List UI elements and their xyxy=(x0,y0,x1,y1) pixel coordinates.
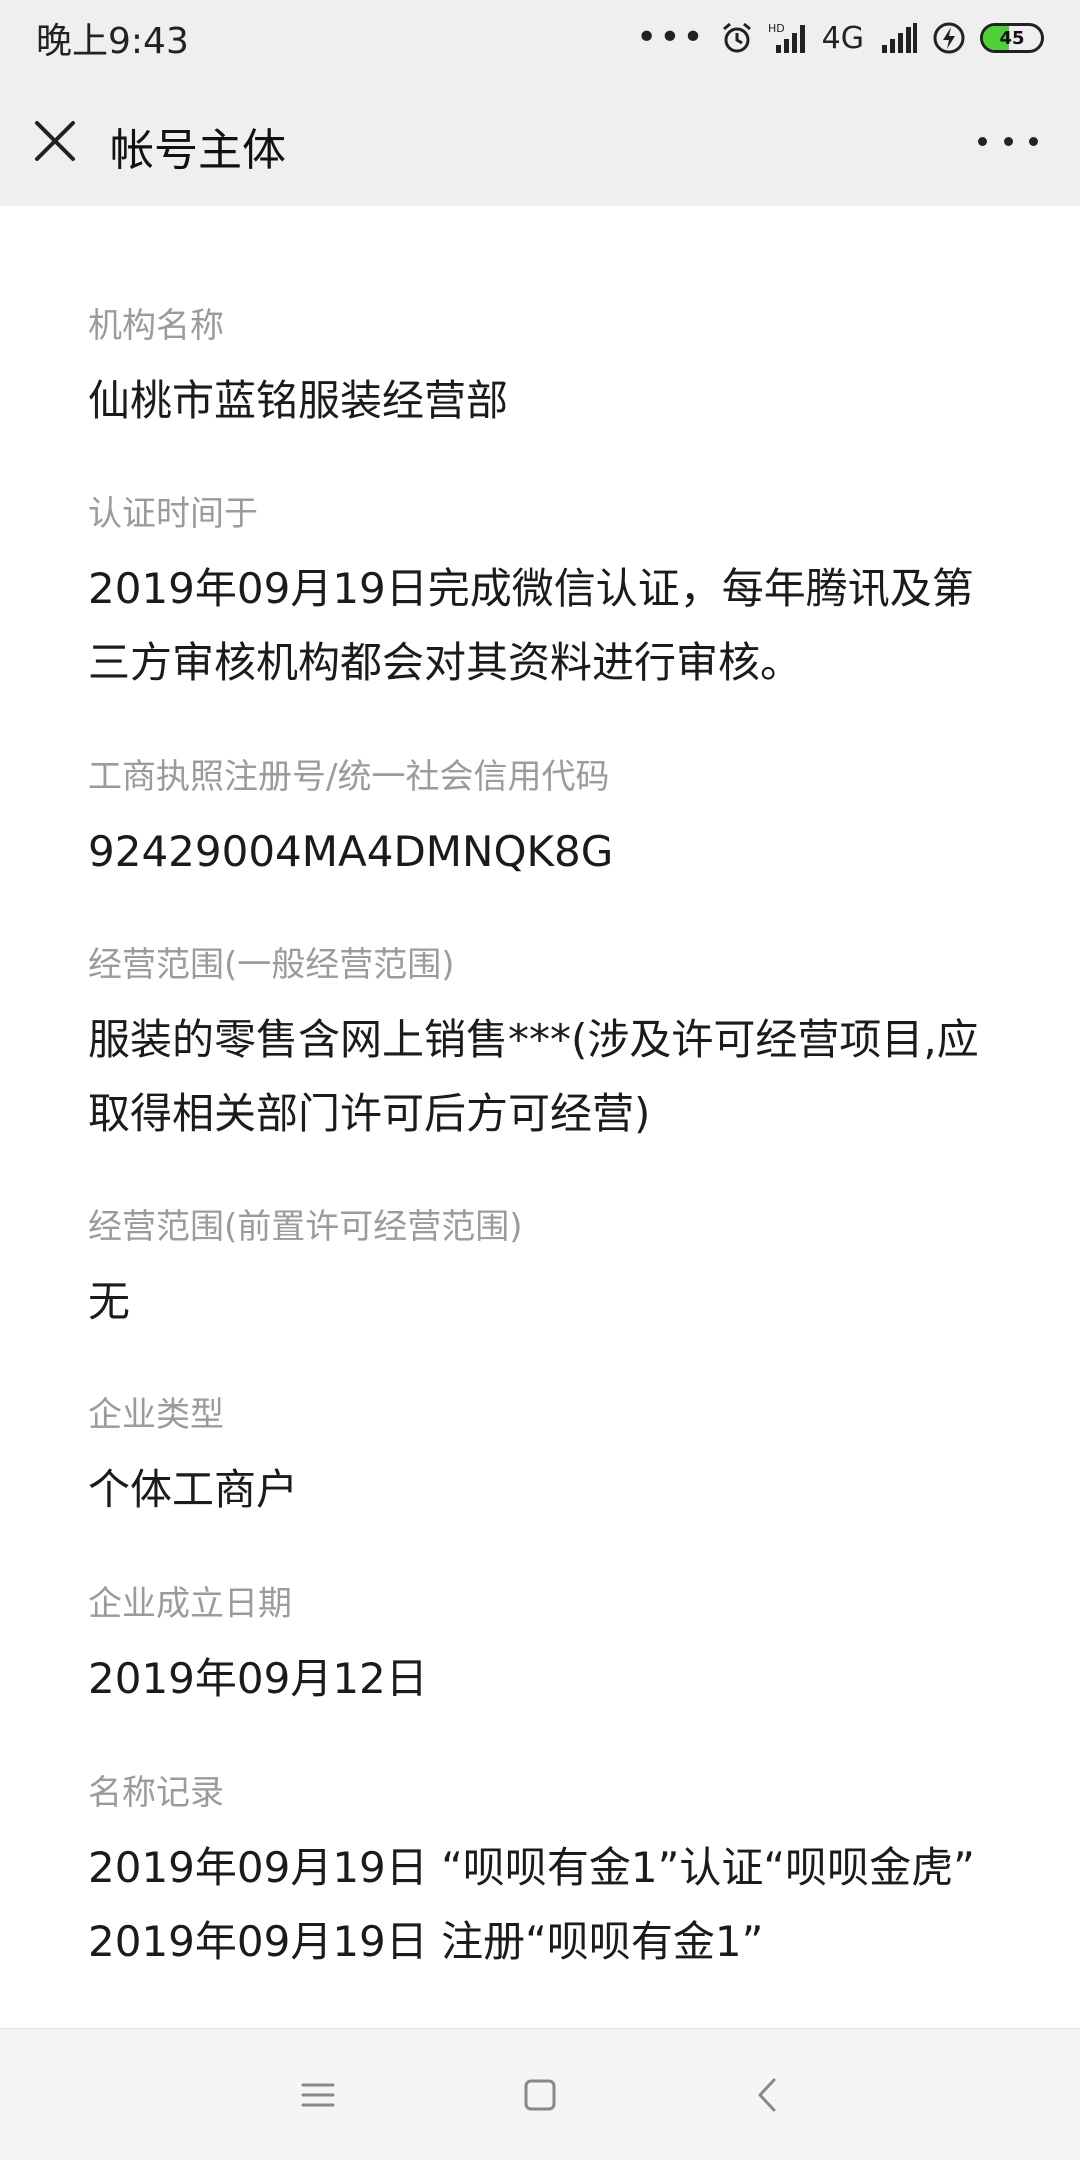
section-value: 仙桃市蓝铭服装经营部 xyxy=(88,376,509,425)
info-section-founding-date: 企业成立日期 2019年09月12日 xyxy=(88,1580,1008,1716)
battery-icon: 45 xyxy=(980,23,1044,53)
status-bar: 晚上9:43 ••• HD 4G 45 xyxy=(0,0,1080,76)
info-section-org-name: 机构名称 仙桃市蓝铭服装经营部 xyxy=(88,302,1008,438)
section-value: 个体工商户 xyxy=(88,1465,299,1514)
section-value: 92429004MA4DMNQK8G xyxy=(88,827,614,876)
more-dot xyxy=(1003,136,1013,146)
system-nav-bar xyxy=(0,2028,1080,2160)
info-section-licensed-scope: 经营范围(前置许可经营范围) 无 xyxy=(88,1203,1008,1339)
charging-icon xyxy=(933,22,965,54)
info-section-name-history: 名称记录 2019年09月19日 “呗呗有金1”认证“呗呗金虎” 2019年09… xyxy=(88,1769,1008,1979)
more-dot xyxy=(978,136,987,146)
battery-level: 45 xyxy=(999,27,1025,49)
section-label: 经营范围(前置许可经营范围) xyxy=(88,1207,523,1247)
status-time: 晚上9:43 xyxy=(36,21,189,62)
menu-icon[interactable] xyxy=(298,2075,338,2115)
title-bar: 帐号主体 xyxy=(0,76,1080,206)
section-value: 无 xyxy=(88,1277,131,1326)
page-title: 帐号主体 xyxy=(110,125,286,176)
section-label: 企业成立日期 xyxy=(88,1584,292,1624)
home-icon[interactable] xyxy=(520,2075,560,2115)
section-label: 认证时间于 xyxy=(88,494,258,534)
more-icon[interactable] xyxy=(978,128,1038,154)
section-label: 企业类型 xyxy=(88,1395,224,1435)
status-icons: ••• HD 4G 45 xyxy=(636,20,1044,56)
close-icon[interactable] xyxy=(34,120,76,162)
info-section-enterprise-type: 企业类型 个体工商户 xyxy=(88,1391,1008,1527)
section-label: 经营范围(一般经营范围) xyxy=(88,945,455,985)
network-type: 4G xyxy=(821,20,864,56)
name-history-line: 2019年09月19日 “呗呗有金1”认证“呗呗金虎” xyxy=(88,1843,975,1892)
section-value: 2019年09月19日完成微信认证，每年腾讯及第三方审核机构都会对其资料进行审核… xyxy=(88,564,974,687)
more-dots-icon: ••• xyxy=(635,17,706,58)
info-section-general-scope: 经营范围(一般经营范围) 服装的零售含网上销售***(涉及许可经营项目,应取得相… xyxy=(88,941,1008,1151)
section-label: 工商执照注册号/统一社会信用代码 xyxy=(88,757,610,797)
info-section-cert-time: 认证时间于 2019年09月19日完成微信认证，每年腾讯及第三方审核机构都会对其… xyxy=(88,490,1008,700)
signal-icon xyxy=(882,23,917,53)
section-label: 名称记录 xyxy=(88,1773,224,1813)
hd-signal-icon: HD xyxy=(768,22,805,53)
back-icon[interactable] xyxy=(748,2075,788,2115)
name-history-line: 2019年09月19日 注册“呗呗有金1” xyxy=(88,1917,764,1966)
alarm-icon xyxy=(722,22,751,53)
section-value: 服装的零售含网上销售***(涉及许可经营项目,应取得相关部门许可后方可经营) xyxy=(88,1015,979,1138)
section-value: 2019年09月12日 xyxy=(88,1654,428,1703)
svg-text:HD: HD xyxy=(768,22,785,35)
more-dot xyxy=(1029,136,1038,146)
info-section-license-code: 工商执照注册号/统一社会信用代码 92429004MA4DMNQK8G xyxy=(88,753,1008,889)
account-info-content: 机构名称 仙桃市蓝铭服装经营部 认证时间于 2019年09月19日完成微信认证，… xyxy=(0,206,1080,2028)
section-label: 机构名称 xyxy=(88,306,224,346)
